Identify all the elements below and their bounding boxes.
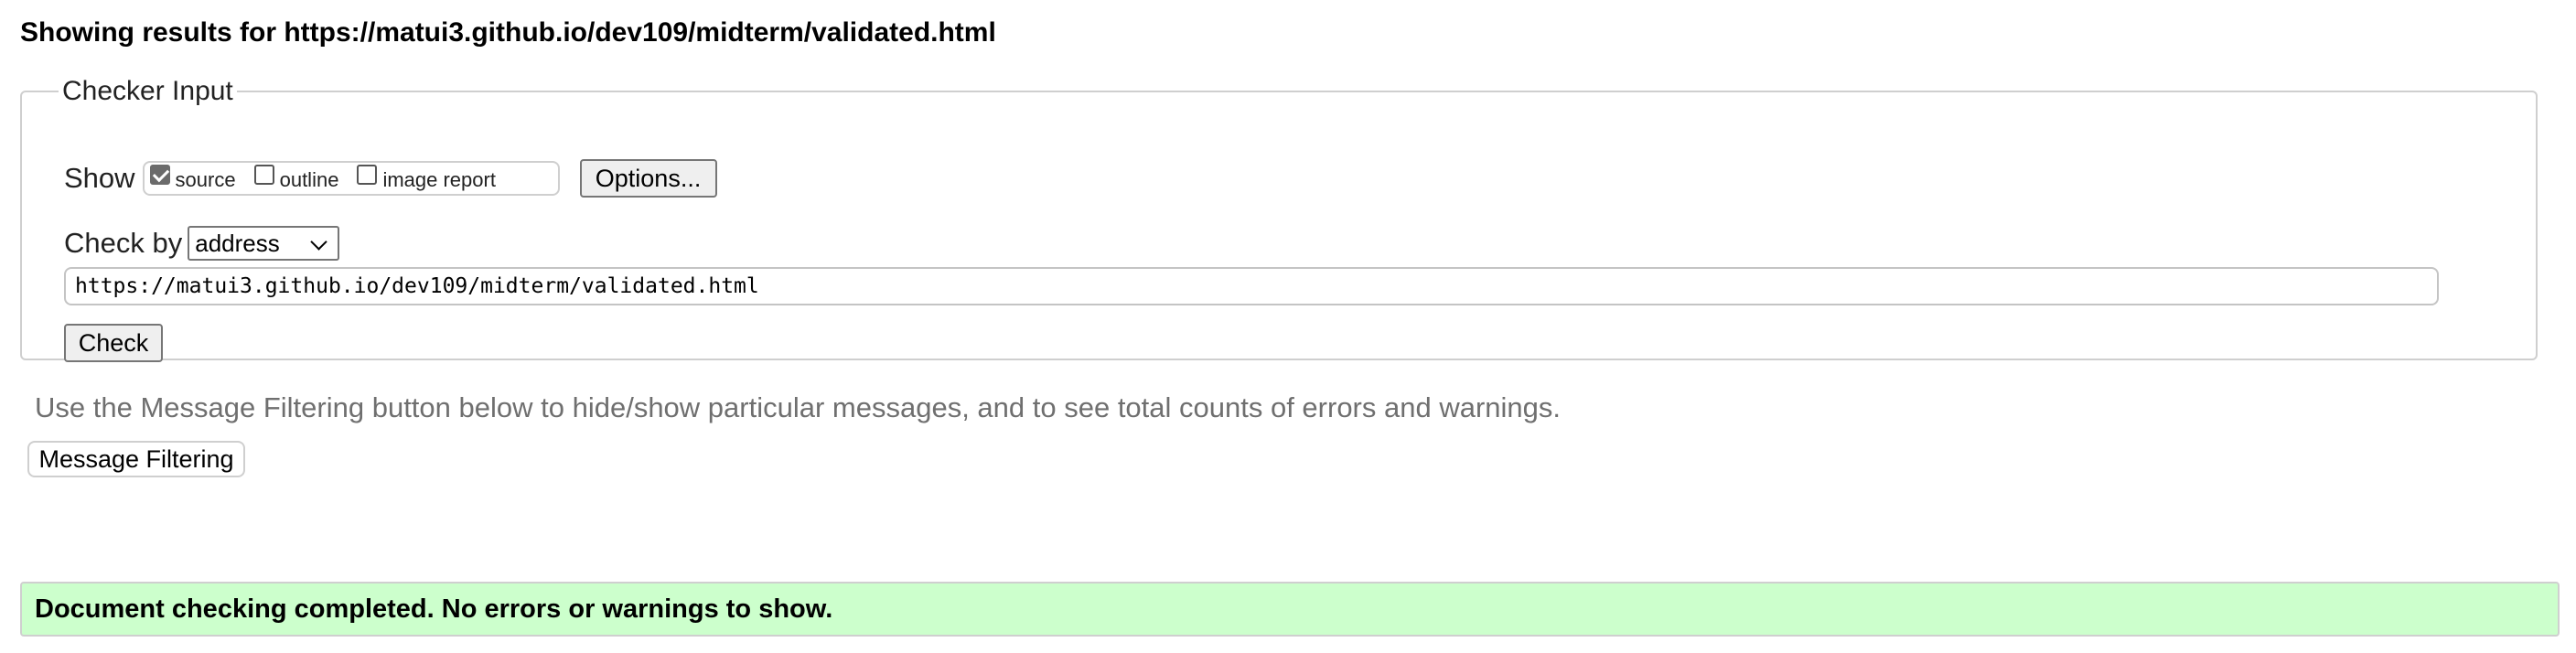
checker-input-fieldset: Checker Input Show source outline image … xyxy=(20,76,2538,362)
options-button[interactable]: Options... xyxy=(579,159,717,198)
check-by-row: Check by address xyxy=(64,225,340,262)
source-option-label: source xyxy=(175,168,236,191)
check-button[interactable]: Check xyxy=(64,324,163,362)
success-message: Document checking completed. No errors o… xyxy=(35,594,833,624)
show-options-group: source outline image report xyxy=(142,161,560,196)
source-option[interactable]: source xyxy=(149,165,236,191)
chevron-down-icon xyxy=(310,233,327,251)
message-filtering-hint: Use the Message Filtering button below t… xyxy=(35,391,1562,423)
outline-option-label: outline xyxy=(279,168,339,191)
show-row: Show source outline image report Options… xyxy=(64,159,717,198)
show-label: Show xyxy=(64,162,135,194)
check-by-selected-value: address xyxy=(195,229,280,257)
checker-input-legend: Checker Input xyxy=(62,76,233,106)
check-by-label: Check by xyxy=(64,227,183,259)
success-message-bar: Document checking completed. No errors o… xyxy=(20,582,2560,637)
outline-option[interactable]: outline xyxy=(253,165,339,191)
source-checkbox[interactable] xyxy=(149,165,170,185)
message-filtering-button[interactable]: Message Filtering xyxy=(27,441,245,477)
outline-checkbox[interactable] xyxy=(253,165,274,185)
results-heading: Showing results for https://matui3.githu… xyxy=(20,17,996,48)
check-by-select[interactable]: address xyxy=(188,226,340,261)
url-input[interactable] xyxy=(64,267,2439,305)
image-report-checkbox[interactable] xyxy=(357,165,378,185)
image-report-option[interactable]: image report xyxy=(357,165,496,191)
image-report-option-label: image report xyxy=(382,168,496,191)
